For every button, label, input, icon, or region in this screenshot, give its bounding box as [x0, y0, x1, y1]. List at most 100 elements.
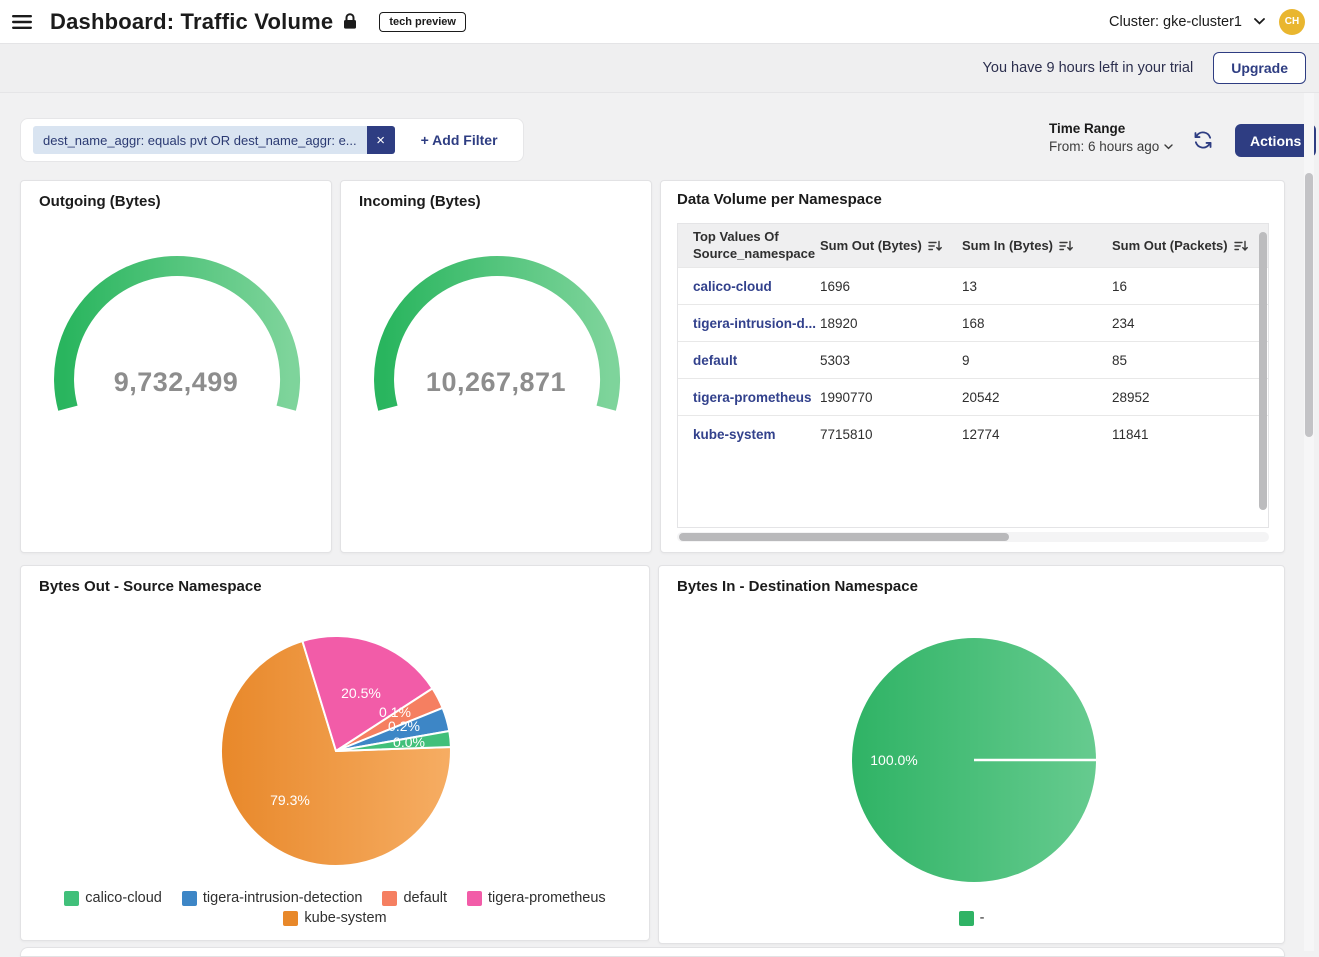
legend-item-calico-cloud[interactable]: calico-cloud: [64, 890, 162, 906]
cell-sum-in-bytes: 20542: [962, 390, 1112, 405]
namespace-link[interactable]: tigera-prometheus: [678, 390, 820, 405]
table-vertical-scrollbar[interactable]: [1259, 226, 1267, 526]
lock-icon: [343, 13, 357, 30]
cell-sum-out-packets: 11841: [1112, 427, 1262, 442]
time-range-from-value: From: 6 hours ago: [1049, 139, 1159, 154]
card-incoming-bytes: Incoming (Bytes) 10,267,871: [340, 180, 652, 553]
column-header-sum-in-bytes[interactable]: Sum In (Bytes): [962, 238, 1112, 253]
legend-label: tigera-intrusion-detection: [203, 890, 363, 906]
column-header-line1: Top Values Of: [693, 229, 779, 244]
hamburger-menu-icon[interactable]: [0, 0, 44, 44]
legend-item-tigera-intrusion-detection[interactable]: tigera-intrusion-detection: [182, 890, 363, 906]
legend-swatch: [283, 911, 298, 926]
time-range: Time Range From: 6 hours ago: [1049, 121, 1173, 154]
cluster-dropdown[interactable]: Cluster: gke-cluster1: [1109, 14, 1265, 30]
dashboard-content: dest_name_aggr: equals pvt OR dest_name_…: [0, 93, 1319, 951]
bytes-out-pie-chart: [21, 566, 651, 942]
cell-sum-out-bytes: 7715810: [820, 427, 962, 442]
cell-sum-out-packets: 234: [1112, 316, 1262, 331]
legend-item-tigera-prometheus[interactable]: tigera-prometheus: [467, 890, 606, 906]
chevron-down-icon: [1164, 144, 1173, 150]
column-header-label: Sum Out (Packets): [1112, 238, 1228, 253]
legend-label: kube-system: [304, 910, 386, 926]
card-next-row-partial: [20, 947, 1285, 957]
page-vertical-scrollbar[interactable]: [1304, 93, 1314, 951]
table-header-row: Top Values Of Source_namespace Sum Out (…: [678, 224, 1268, 267]
cluster-label: Cluster: gke-cluster1: [1109, 14, 1242, 30]
pie-slice-label: 0.2%: [388, 718, 420, 734]
legend-label: default: [403, 890, 447, 906]
trial-message: You have 9 hours left in your trial: [983, 60, 1194, 76]
column-header-label: Sum Out (Bytes): [820, 238, 922, 253]
app-header: Dashboard: Traffic Volume tech preview C…: [0, 0, 1319, 44]
cell-sum-in-bytes: 168: [962, 316, 1112, 331]
card-data-volume-table: Data Volume per Namespace Top Values Of …: [660, 180, 1285, 553]
namespace-table: Top Values Of Source_namespace Sum Out (…: [677, 223, 1269, 528]
column-header-sum-out-packets[interactable]: Sum Out (Packets): [1112, 238, 1262, 253]
column-header-line2: Source_namespace: [693, 246, 815, 261]
table-row: tigera-intrusion-d... 18920 168 234: [678, 304, 1268, 341]
time-range-from-dropdown[interactable]: From: 6 hours ago: [1049, 139, 1173, 154]
table-row: default 5303 9 85: [678, 341, 1268, 378]
filter-chip-close-icon[interactable]: ×: [367, 126, 395, 154]
table-horizontal-scrollbar[interactable]: [677, 532, 1269, 542]
tech-preview-badge: tech preview: [379, 12, 466, 32]
column-header-sum-out-bytes[interactable]: Sum Out (Bytes): [820, 238, 962, 253]
namespace-link[interactable]: default: [678, 353, 820, 368]
cell-sum-out-bytes: 1696: [820, 279, 962, 294]
legend-swatch: [182, 891, 197, 906]
legend-label: calico-cloud: [85, 890, 162, 906]
legend-item-default[interactable]: default: [382, 890, 447, 906]
namespace-link[interactable]: calico-cloud: [678, 279, 820, 294]
pie-slice-label: 79.3%: [270, 792, 310, 808]
pie-slice-label: 100.0%: [870, 752, 917, 768]
cell-sum-out-bytes: 1990770: [820, 390, 962, 405]
add-filter-button[interactable]: + Add Filter: [421, 132, 498, 148]
cell-sum-in-bytes: 9: [962, 353, 1112, 368]
legend-swatch: [959, 911, 974, 926]
card-bytes-out-pie: Bytes Out - Source Namespace 20.5% 0.1% …: [20, 565, 650, 941]
legend-swatch: [382, 891, 397, 906]
avatar[interactable]: CH: [1279, 9, 1305, 35]
time-range-label: Time Range: [1049, 121, 1173, 136]
pie-slice-label: 20.5%: [341, 685, 381, 701]
card-outgoing-bytes: Outgoing (Bytes) 9,732,499: [20, 180, 332, 553]
pie-legend-row: calico-cloud tigera-intrusion-detection …: [21, 890, 649, 906]
incoming-bytes-value: 10,267,871: [341, 367, 651, 398]
filter-chip[interactable]: dest_name_aggr: equals pvt OR dest_name_…: [33, 126, 395, 154]
cell-sum-in-bytes: 12774: [962, 427, 1112, 442]
cell-sum-out-packets: 16: [1112, 279, 1262, 294]
legend-label: -: [980, 910, 985, 926]
legend-swatch: [467, 891, 482, 906]
upgrade-button[interactable]: Upgrade: [1213, 52, 1306, 84]
column-header-label: Sum In (Bytes): [962, 238, 1053, 253]
legend-item-kube-system[interactable]: kube-system: [283, 910, 386, 926]
sort-amount-icon: [1234, 240, 1248, 252]
card-bytes-in-pie: Bytes In - Destination Namespace 100.0% …: [658, 565, 1285, 944]
namespace-link[interactable]: kube-system: [678, 427, 820, 442]
table-row: calico-cloud 1696 13 16: [678, 267, 1268, 304]
legend-swatch: [64, 891, 79, 906]
page-title: Dashboard: Traffic Volume: [50, 9, 333, 35]
table-row: kube-system 7715810 12774 11841: [678, 415, 1268, 452]
pie-legend-row: -: [659, 910, 1284, 926]
cell-sum-in-bytes: 13: [962, 279, 1112, 294]
sort-amount-icon: [1059, 240, 1073, 252]
namespace-link[interactable]: tigera-intrusion-d...: [678, 316, 820, 331]
refresh-button[interactable]: [1192, 129, 1214, 151]
column-header-source-namespace[interactable]: Top Values Of Source_namespace: [678, 229, 820, 262]
pie-legend-row: kube-system: [21, 910, 649, 926]
sort-amount-icon: [928, 240, 942, 252]
cell-sum-out-packets: 28952: [1112, 390, 1262, 405]
outgoing-bytes-value: 9,732,499: [21, 367, 331, 398]
cell-sum-out-bytes: 18920: [820, 316, 962, 331]
card-title: Data Volume per Namespace: [677, 191, 882, 208]
cell-sum-out-bytes: 5303: [820, 353, 962, 368]
cell-sum-out-packets: 85: [1112, 353, 1262, 368]
trial-banner: You have 9 hours left in your trial Upgr…: [0, 44, 1319, 93]
table-row: tigera-prometheus 1990770 20542 28952: [678, 378, 1268, 415]
legend-label: tigera-prometheus: [488, 890, 606, 906]
filter-chip-label: dest_name_aggr: equals pvt OR dest_name_…: [33, 126, 367, 154]
legend-item-dash[interactable]: -: [959, 910, 985, 926]
filter-bar: dest_name_aggr: equals pvt OR dest_name_…: [20, 118, 524, 162]
